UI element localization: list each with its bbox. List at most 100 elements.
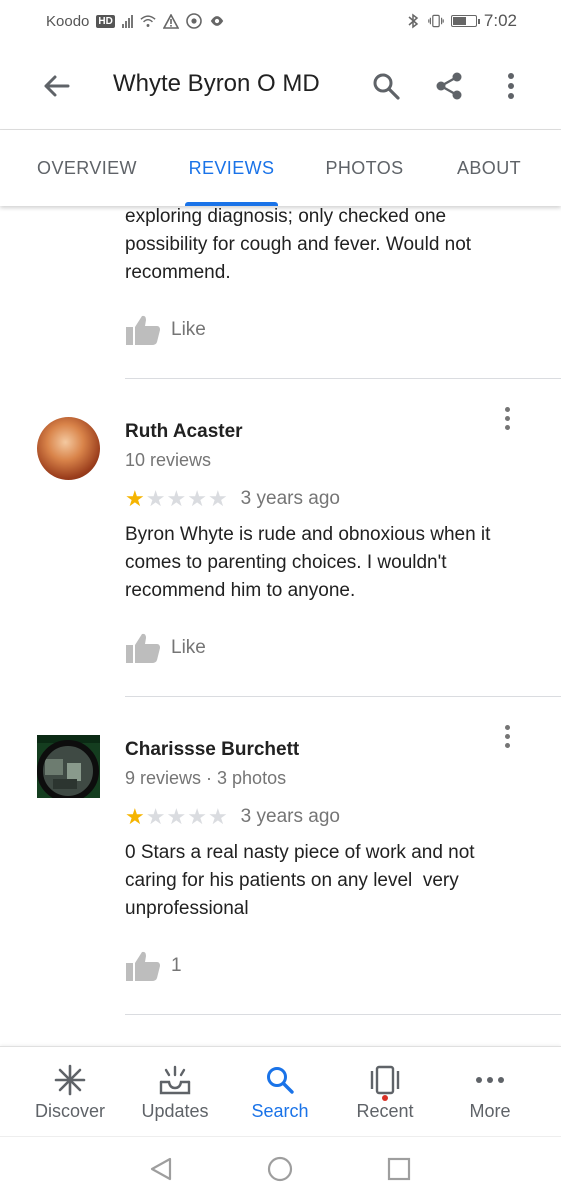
review-text: Byron Whyte is rude and obnoxious when i…: [125, 521, 535, 605]
avatar[interactable]: [37, 735, 100, 798]
triangle-back-icon: [150, 1157, 172, 1181]
review-text-line: comes to parenting choices. I wouldn't: [125, 552, 447, 573]
nav-label: Discover: [34, 1100, 105, 1121]
reviews-list[interactable]: exploring diagnosis; only checked one po…: [0, 206, 561, 1046]
star-empty-icon: ★: [207, 804, 228, 829]
tab-overview[interactable]: OVERVIEW: [30, 130, 144, 206]
thumbs-up-icon: [126, 951, 160, 981]
tab-about[interactable]: ABOUT: [450, 130, 528, 206]
system-back-button[interactable]: [143, 1151, 179, 1187]
system-navigation: [0, 1136, 561, 1200]
status-left: Koodo HD: [46, 13, 225, 30]
system-home-button[interactable]: [262, 1151, 298, 1187]
like-count: 1: [171, 955, 182, 976]
search-button[interactable]: [366, 66, 406, 106]
wifi-icon: [140, 13, 156, 29]
more-horiz-icon: [473, 1063, 507, 1097]
updates-icon: [158, 1063, 192, 1097]
nav-more[interactable]: More: [438, 1047, 542, 1137]
status-right: 7:02: [405, 11, 517, 31]
partial-review-text: exploring diagnosis; only checked one po…: [125, 206, 525, 287]
review-more-button[interactable]: [495, 721, 519, 751]
back-button[interactable]: [38, 68, 74, 104]
more-vert-icon: [508, 73, 514, 99]
overflow-menu-button[interactable]: [491, 66, 531, 106]
divider: [125, 378, 561, 379]
avatar-image: [37, 735, 100, 798]
review-text-line: recommend him to anyone.: [125, 580, 356, 601]
like-label: Like: [171, 319, 206, 340]
star-empty-icon: ★: [166, 486, 187, 511]
recent-icon: [368, 1063, 402, 1101]
chrome-icon: [186, 13, 202, 29]
circle-home-icon: [267, 1156, 293, 1182]
nav-label: Search: [251, 1100, 309, 1121]
warning-icon: [162, 13, 179, 29]
like-label: Like: [171, 637, 206, 658]
star-filled-icon: ★: [125, 486, 145, 511]
clock: 7:02: [483, 11, 517, 30]
page-title: Whyte Byron O MD: [113, 70, 320, 97]
search-icon: [373, 73, 400, 100]
review-text-line: caring for his patients on any level ver…: [125, 870, 459, 891]
system-recents-button[interactable]: [381, 1151, 417, 1187]
nav-label: Updates: [141, 1100, 209, 1121]
nav-updates[interactable]: Updates: [123, 1047, 227, 1137]
avatar[interactable]: [37, 417, 100, 480]
tab-reviews[interactable]: REVIEWS: [180, 130, 283, 206]
asterisk-icon: [53, 1063, 87, 1097]
review-time: 3 years ago: [240, 488, 340, 509]
star-empty-icon: ★: [207, 486, 228, 511]
back-arrow-icon: [44, 75, 70, 97]
reviewer-name[interactable]: Charissse Burchett: [125, 739, 299, 761]
review-time: 3 years ago: [240, 806, 340, 827]
star-rating: ★ ★ ★ ★ ★ 3 years ago: [125, 488, 340, 510]
star-filled-icon: ★: [125, 804, 145, 829]
like-button[interactable]: Like: [125, 632, 206, 664]
status-bar: Koodo HD 7:02: [0, 0, 561, 42]
nav-label: Recent: [356, 1100, 414, 1121]
star-empty-icon: ★: [166, 804, 187, 829]
tab-photos[interactable]: PHOTOS: [318, 130, 411, 206]
review-text-line: 0 Stars a real nasty piece of work and n…: [125, 842, 475, 863]
share-button[interactable]: [429, 66, 469, 106]
star-empty-icon: ★: [187, 486, 207, 511]
divider: [125, 696, 561, 697]
nav-discover[interactable]: Discover: [18, 1047, 122, 1137]
divider: [125, 1014, 561, 1015]
nav-search[interactable]: Search: [228, 1047, 332, 1137]
review-text-line: recommend.: [125, 262, 231, 283]
like-button[interactable]: Like: [125, 314, 206, 346]
reviewer-meta: 9 reviews · 3 photos: [125, 768, 287, 788]
thumbs-up-icon: [126, 633, 160, 663]
reviewer-name[interactable]: Ruth Acaster: [125, 421, 243, 443]
nav-label: More: [469, 1100, 511, 1121]
reviewer-meta: 10 reviews: [125, 450, 212, 470]
review-more-button[interactable]: [495, 403, 519, 433]
record-icon: [209, 13, 225, 29]
hd-badge: HD: [96, 14, 115, 28]
app-bar: Whyte Byron O MD: [0, 42, 561, 130]
vibrate-icon: [428, 13, 444, 29]
thumbs-up-icon: [126, 315, 160, 345]
review-text-line: possibility for cough and fever. Would n…: [125, 234, 472, 255]
star-rating: ★ ★ ★ ★ ★ 3 years ago: [125, 806, 340, 828]
square-recents-icon: [387, 1157, 411, 1181]
carrier-label: Koodo: [46, 12, 90, 30]
review-text: 0 Stars a real nasty piece of work and n…: [125, 839, 535, 923]
share-icon: [436, 72, 462, 100]
like-button[interactable]: 1: [125, 950, 182, 982]
star-empty-icon: ★: [145, 804, 166, 829]
search-icon: [263, 1063, 297, 1097]
review-text-line: exploring diagnosis; only checked one: [125, 206, 447, 227]
bottom-navigation: Discover Updates Search Recent More: [0, 1046, 561, 1136]
review-text-line: Byron Whyte is rude and obnoxious when i…: [125, 524, 491, 545]
battery-icon: [450, 15, 480, 27]
tab-bar: OVERVIEW REVIEWS PHOTOS ABOUT: [0, 130, 561, 206]
bluetooth-icon: [405, 13, 421, 29]
star-empty-icon: ★: [145, 486, 166, 511]
notification-dot: [382, 1094, 388, 1101]
active-tab-indicator: [185, 202, 278, 206]
nav-recent[interactable]: Recent: [333, 1047, 437, 1137]
signal-icon: [121, 14, 133, 28]
